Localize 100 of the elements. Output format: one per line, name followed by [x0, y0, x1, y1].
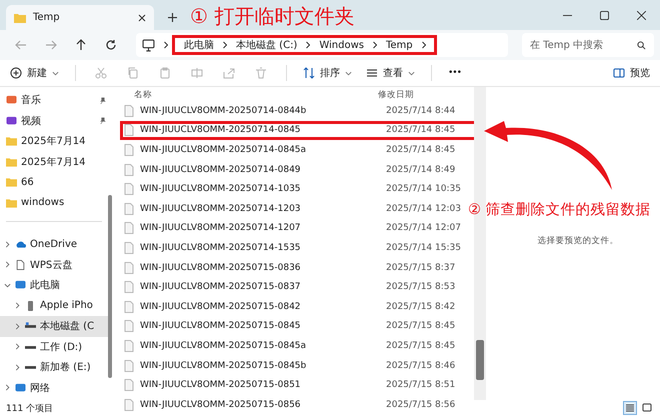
new-button[interactable]: 新建	[6, 64, 63, 82]
file-icon	[124, 124, 134, 136]
file-name[interactable]: WIN-JIUUCLV8OMM-20250714-1535	[134, 242, 386, 253]
file-name[interactable]: WIN-JIUUCLV8OMM-20250714-0844b	[134, 106, 386, 116]
chevron-right-icon[interactable]	[14, 364, 21, 371]
quick-access-item[interactable]: 2025年7月14	[0, 152, 108, 172]
file-icon	[124, 222, 134, 234]
new-tab-icon[interactable]	[168, 13, 177, 22]
file-row[interactable]: WIN-JIUUCLV8OMM-20250714-0844b 2025/7/14 8:44	[120, 101, 474, 121]
search-field[interactable]: 在 Temp 中搜索	[522, 33, 654, 57]
file-row[interactable]: WIN-JIUUCLV8OMM-20250715-0837 2025/7/15 8:53	[120, 277, 474, 297]
quick-access-item[interactable]: 视频	[0, 110, 108, 131]
file-row[interactable]: WIN-JIUUCLV8OMM-20250715-0845b 2025/7/15 8:46	[120, 356, 474, 376]
list-view-icon	[625, 403, 635, 413]
file-date: 2025/7/15 8:46	[386, 360, 456, 371]
chevron-right-icon[interactable]	[222, 41, 228, 49]
chevron-right-icon[interactable]	[420, 41, 427, 49]
file-name[interactable]: WIN-JIUUCLV8OMM-20250714-1207	[134, 223, 386, 234]
nav-tree-item[interactable]: WPS云盘	[0, 254, 108, 275]
breadcrumb-item[interactable]: 本地磁盘 (C:)	[231, 38, 302, 52]
quick-access-item[interactable]: windows	[0, 192, 108, 213]
file-icon	[124, 320, 134, 332]
file-icon	[124, 398, 134, 411]
column-header[interactable]: 名称	[120, 89, 372, 101]
chevron-right-icon[interactable]	[14, 343, 21, 350]
nav-tree-item[interactable]: 本地磁盘 (C	[0, 316, 108, 336]
file-name[interactable]: WIN-JIUUCLV8OMM-20250714-1035	[134, 184, 386, 194]
nav-tree-item[interactable]: 新加卷 (E:)	[0, 357, 108, 378]
chevron-right-icon[interactable]	[14, 302, 21, 310]
folder-icon	[6, 198, 17, 208]
breadcrumb-item[interactable]: Temp	[380, 40, 418, 50]
nav-tree-item[interactable]: OneDrive	[0, 234, 108, 254]
details-view-button[interactable]	[623, 401, 637, 415]
file-row[interactable]: WIN-JIUUCLV8OMM-20250715-0836 2025/7/15 8:37	[120, 258, 474, 278]
file-row[interactable]: WIN-JIUUCLV8OMM-20250715-0851 2025/7/15 8:51	[120, 375, 474, 395]
quick-access-item[interactable]: 66	[0, 172, 108, 192]
highlighted-file-row[interactable]: WIN-JIUUCLV8OMM-20250714-0845 2025/7/14 8:45	[120, 120, 478, 140]
file-icon	[124, 164, 134, 176]
file-row[interactable]: WIN-JIUUCLV8OMM-20250715-0845a 2025/7/15 8:45	[120, 336, 474, 356]
more-button[interactable]: •••	[444, 66, 465, 80]
nav-tree-item[interactable]: 工作 (D:)	[0, 336, 108, 357]
nav-item-label: OneDrive	[30, 238, 78, 250]
file-row[interactable]: WIN-JIUUCLV8OMM-20250715-0842 2025/7/15 8:42	[120, 296, 474, 317]
chevron-right-icon[interactable]	[4, 384, 11, 392]
file-name[interactable]: WIN-JIUUCLV8OMM-20250714-0849	[134, 164, 386, 175]
nav-item-label: 视频	[21, 114, 41, 128]
file-name[interactable]: WIN-JIUUCLV8OMM-20250715-0842	[134, 302, 386, 312]
chevron-right-icon[interactable]	[305, 41, 312, 49]
file-name[interactable]: WIN-JIUUCLV8OMM-20250714-0845	[134, 125, 386, 136]
preview-button[interactable]: 预览	[609, 64, 654, 82]
file-name[interactable]: WIN-JIUUCLV8OMM-20250715-0845a	[134, 340, 386, 351]
file-row[interactable]: WIN-JIUUCLV8OMM-20250714-0845a 2025/7/14 8:45	[120, 140, 474, 160]
nav-tree-item[interactable]: 网络	[0, 378, 108, 398]
chevron-right-icon[interactable]	[163, 41, 169, 49]
nav-item-label: 此电脑	[30, 278, 60, 292]
folder-icon	[14, 12, 26, 22]
file-name[interactable]: WIN-JIUUCLV8OMM-20250715-0837	[134, 282, 386, 292]
nav-item-label: 66	[21, 176, 34, 188]
file-name[interactable]: WIN-JIUUCLV8OMM-20250714-0845a	[134, 144, 386, 155]
chevron-down-icon[interactable]	[4, 282, 11, 289]
chevron-right-icon[interactable]	[4, 261, 11, 268]
close-icon[interactable]	[637, 11, 646, 20]
breadcrumb-item[interactable]: Windows	[314, 40, 369, 50]
view-button[interactable]: 查看	[362, 64, 419, 82]
quick-access-item[interactable]: 2025年7月14	[0, 131, 108, 152]
file-name[interactable]: WIN-JIUUCLV8OMM-20250715-0845b	[134, 360, 386, 371]
file-row[interactable]: WIN-JIUUCLV8OMM-20250714-0849 2025/7/14 8:49	[120, 160, 474, 180]
file-icon	[124, 242, 134, 254]
refresh-icon[interactable]	[105, 39, 117, 51]
file-icon	[124, 262, 134, 274]
file-date: 2025/7/14 12:03	[386, 204, 461, 214]
folder-icon	[6, 177, 17, 188]
file-name[interactable]: WIN-JIUUCLV8OMM-20250714-1203	[134, 204, 386, 214]
close-tab-icon[interactable]	[138, 14, 146, 22]
nav-tree-item[interactable]: Apple iPho	[0, 296, 108, 316]
chevron-right-icon[interactable]	[372, 41, 378, 49]
file-name[interactable]: WIN-JIUUCLV8OMM-20250715-0856	[134, 400, 386, 410]
file-name[interactable]: WIN-JIUUCLV8OMM-20250715-0836	[134, 262, 386, 273]
file-row[interactable]: WIN-JIUUCLV8OMM-20250714-1207 2025/7/14 12:07	[120, 218, 474, 238]
maximize-icon[interactable]	[600, 11, 609, 20]
column-header[interactable]: 修改日期	[372, 89, 414, 101]
caret-icon	[408, 70, 415, 76]
scrollbar-thumb[interactable]	[476, 340, 484, 380]
tab-title: Temp	[33, 12, 61, 23]
breadcrumb-item[interactable]: 此电脑	[179, 38, 219, 52]
chevron-right-icon[interactable]	[4, 240, 11, 248]
file-icon	[124, 281, 134, 294]
file-icon	[124, 360, 134, 372]
file-row[interactable]: WIN-JIUUCLV8OMM-20250714-1535 2025/7/14 15:35	[120, 238, 474, 258]
file-row[interactable]: WIN-JIUUCLV8OMM-20250714-1035 2025/7/14 10:35	[120, 179, 474, 199]
window-tab[interactable]: Temp	[6, 5, 154, 30]
nav-tree-item[interactable]: 此电脑	[0, 275, 108, 296]
quick-access-item[interactable]: 音乐	[0, 90, 108, 110]
file-name[interactable]: WIN-JIUUCLV8OMM-20250715-0851	[134, 380, 386, 390]
up-arrow-icon[interactable]	[75, 39, 87, 51]
scrollbar-thumb[interactable]	[108, 195, 112, 378]
sort-button[interactable]: 排序	[299, 64, 356, 82]
file-row[interactable]: WIN-JIUUCLV8OMM-20250715-0845 2025/7/15 8:45	[120, 316, 474, 336]
file-row[interactable]: WIN-JIUUCLV8OMM-20250715-0856 2025/7/15 8:56	[120, 394, 474, 414]
file-name[interactable]: WIN-JIUUCLV8OMM-20250715-0845	[134, 321, 386, 332]
